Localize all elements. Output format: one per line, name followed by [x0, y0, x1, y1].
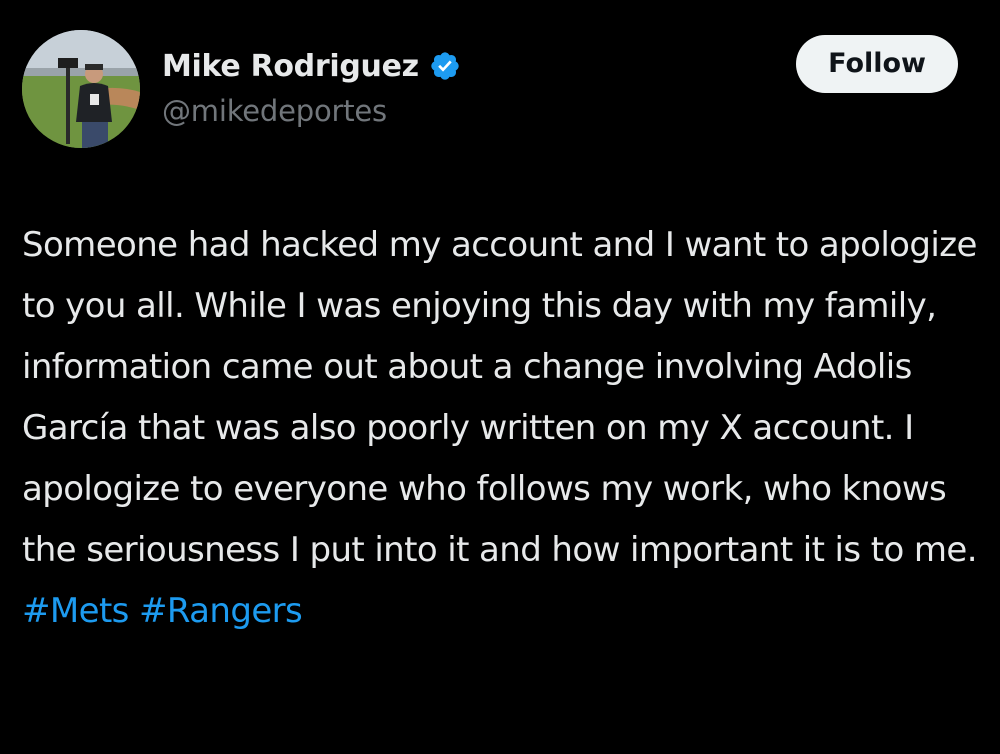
- avatar-photo: [22, 30, 140, 148]
- author-names: Mike Rodriguez @mikedeportes: [162, 44, 722, 128]
- hashtag-mets[interactable]: #Mets: [22, 591, 129, 631]
- verified-badge-icon: [429, 50, 461, 82]
- avatar[interactable]: [22, 30, 140, 148]
- post-header: Mike Rodriguez @mikedeportes Follow: [22, 30, 962, 150]
- post-text: Someone had hacked my account and I want…: [22, 215, 982, 642]
- display-name[interactable]: Mike Rodriguez: [162, 49, 419, 84]
- display-name-row: Mike Rodriguez: [162, 44, 722, 88]
- handle[interactable]: @mikedeportes: [162, 94, 722, 128]
- post-text-body: Someone had hacked my account and I want…: [22, 225, 978, 570]
- hashtag-rangers[interactable]: #Rangers: [139, 591, 303, 631]
- post: Mike Rodriguez @mikedeportes Follow Some…: [0, 0, 1000, 754]
- follow-button[interactable]: Follow: [796, 35, 958, 93]
